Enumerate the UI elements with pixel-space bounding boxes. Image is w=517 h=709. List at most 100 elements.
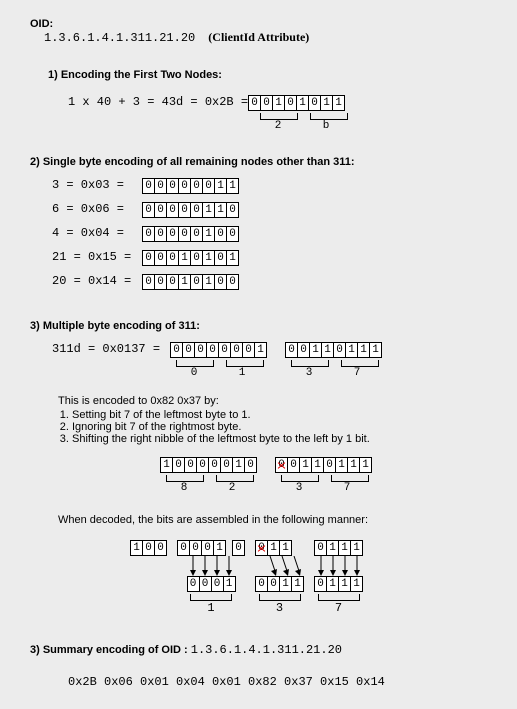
- nibble-label: 1: [224, 367, 260, 379]
- byte-box: 00010101: [142, 250, 239, 266]
- bit-cell: 0: [143, 251, 155, 265]
- nibble-label: 2: [214, 482, 250, 494]
- bit-cell: 0: [155, 227, 167, 241]
- bit-cell: 0: [167, 179, 179, 193]
- byte-col: 00000001 01: [170, 342, 267, 379]
- sec4-oid: 1.3.6.1.4.1.311.21.20: [191, 643, 342, 657]
- sec1-row: 1 x 40 + 3 = 43d = 0x2B = 00101011 2 b: [68, 95, 507, 132]
- nibble-label: 7: [335, 601, 342, 615]
- bit-cell: 0: [245, 458, 256, 472]
- bit-cell: 1: [310, 343, 322, 357]
- bit-cell: 0: [195, 343, 207, 357]
- byte-box: 011: [255, 540, 292, 556]
- bit-cell: 0: [188, 577, 200, 591]
- bit-cell: 0: [155, 275, 167, 289]
- expr: 6 = 0x06 =: [52, 202, 142, 216]
- bit-cell: 1: [203, 203, 215, 217]
- bit-cell: 0: [143, 541, 155, 555]
- bit-cell: 1: [321, 96, 333, 110]
- bit-cell: 1: [227, 179, 238, 193]
- bit-cell: 0: [185, 458, 197, 472]
- bit-cell: 0: [143, 275, 155, 289]
- byte-col: 00110111 37: [285, 342, 382, 379]
- byte-box: 0011: [255, 576, 304, 592]
- note-item: Ignoring bit 7 of the rightmost byte.: [72, 421, 507, 433]
- nibble-label: 1: [207, 601, 214, 615]
- byte-box: 00000011: [142, 178, 239, 194]
- bit-cell: 0: [171, 343, 183, 357]
- bit-cell: 0: [256, 541, 268, 555]
- bit-cell: 1: [327, 541, 339, 555]
- bit-cell: 1: [268, 541, 280, 555]
- expr: 3 = 0x03 =: [52, 178, 142, 192]
- bit-cell: 0: [209, 458, 221, 472]
- decode-col1: 100: [130, 540, 167, 556]
- sec4-head-text: 3) Summary encoding of OID :: [30, 644, 188, 656]
- bit-cell: 0: [227, 275, 238, 289]
- bit-cell: 1: [203, 275, 215, 289]
- bit-cell: 0: [215, 275, 227, 289]
- bit-cell: 0: [324, 458, 336, 472]
- bit-cell: 1: [233, 458, 245, 472]
- sec2-row: 4 = 0x04 =00000100: [52, 226, 507, 242]
- bit-cell: 1: [203, 227, 215, 241]
- bit-cell: 0: [191, 275, 203, 289]
- bit-cell: 1: [280, 577, 292, 591]
- sec1-expr: 1 x 40 + 3 = 43d = 0x2B =: [68, 95, 248, 109]
- byte-box: 0111: [314, 540, 363, 556]
- bit-cell: 0: [191, 179, 203, 193]
- sec1-byte-wrap: 00101011 2 b: [248, 95, 348, 132]
- bit-cell: 0: [256, 577, 268, 591]
- sec1-head: 1) Encoding the First Two Nodes:: [48, 69, 507, 81]
- bit-cell: 0: [179, 203, 191, 217]
- bit-cell: 0: [243, 343, 255, 357]
- bit-cell: 0: [167, 251, 179, 265]
- decode-col2: 0001 0 0001 1: [177, 540, 245, 615]
- byte-box: 0: [232, 540, 245, 556]
- oid-line: 1.3.6.1.4.1.311.21.20 (ClientId Attribut…: [30, 30, 507, 45]
- sec2-rows: 3 = 0x03 =000000116 = 0x06 =000001104 = …: [52, 178, 507, 290]
- bit-cell: 1: [333, 96, 344, 110]
- oid-value: 1.3.6.1.4.1.311.21.20: [44, 31, 195, 45]
- bit-cell: 0: [298, 343, 310, 357]
- bit-cell: 0: [191, 203, 203, 217]
- bit-cell: 0: [249, 96, 261, 110]
- bit-cell: 0: [215, 251, 227, 265]
- bit-cell: 0: [288, 458, 300, 472]
- bit-cell: 1: [215, 203, 227, 217]
- nibble-label: 8: [166, 482, 202, 494]
- bit-cell: 0: [231, 343, 243, 357]
- nibble-label: b: [308, 120, 344, 132]
- bit-cell: 0: [207, 343, 219, 357]
- byte-box: 00000001: [170, 342, 267, 358]
- bit-cell: 0: [219, 343, 231, 357]
- bit-cell: 0: [191, 227, 203, 241]
- bit-cell: 0: [268, 577, 280, 591]
- byte-box: 0001: [177, 540, 226, 556]
- bit-cell: 1: [297, 96, 309, 110]
- bit-cell: 0: [309, 96, 321, 110]
- bit-cell: 0: [315, 541, 327, 555]
- sec2-row: 3 = 0x03 =00000011: [52, 178, 507, 194]
- oid-block: OID: 1.3.6.1.4.1.311.21.20 (ClientId Att…: [30, 18, 507, 45]
- bit-cell: 1: [255, 343, 266, 357]
- bit-cell: 0: [155, 179, 167, 193]
- decode-col3: 011 0011 3: [255, 540, 304, 615]
- bit-cell: 1: [179, 251, 191, 265]
- bit-cell: 0: [261, 96, 273, 110]
- arrows-icon: [315, 556, 363, 576]
- bit-cell: 1: [370, 343, 381, 357]
- bit-cell: 1: [360, 458, 371, 472]
- bit-cell: 1: [348, 458, 360, 472]
- nibble-label: 3: [281, 482, 317, 494]
- bit-cell: 0: [221, 458, 233, 472]
- sec1-niblabels: 2 b: [248, 120, 348, 132]
- bit-cell: 0: [233, 541, 244, 555]
- nibble-label: 2: [260, 120, 296, 132]
- bit-cell: 0: [227, 203, 238, 217]
- bit-cell: 0: [227, 227, 238, 241]
- bit-cell: 0: [215, 227, 227, 241]
- decode-text: When decoded, the bits are assembled in …: [58, 514, 507, 526]
- bit-cell: 0: [179, 179, 191, 193]
- nibble-label: 7: [329, 482, 365, 494]
